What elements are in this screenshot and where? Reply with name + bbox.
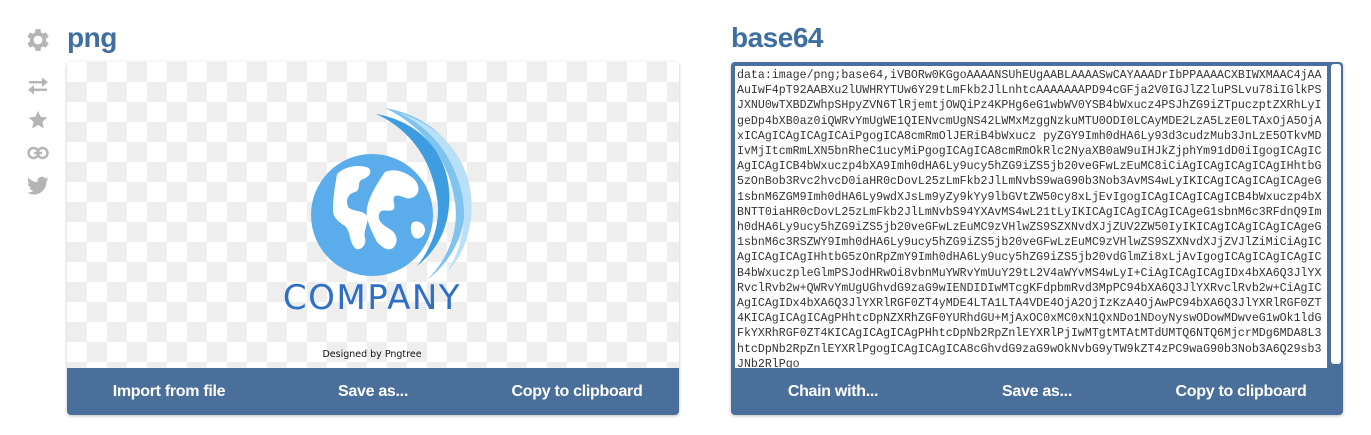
import-from-file-button[interactable]: Import from file — [67, 383, 271, 401]
base64-panel: data:image/png;base64,iVBORw0KGgoAAAANSU… — [731, 62, 1343, 415]
base64-panel-title: base64 — [731, 22, 823, 53]
png-action-bar: Import from file Save as... Copy to clip… — [67, 368, 679, 415]
png-panel-title: png — [67, 22, 117, 53]
base64-scrollbar[interactable] — [1331, 64, 1341, 366]
png-panel: COMPANY Designed by Pngtree Import from … — [67, 62, 679, 415]
png-copy-to-clipboard-button[interactable]: Copy to clipboard — [475, 383, 679, 401]
png-save-as-button[interactable]: Save as... — [271, 383, 475, 401]
base64-action-bar: Chain with... Save as... Copy to clipboa… — [731, 368, 1343, 415]
company-text: COMPANY — [283, 278, 461, 318]
base64-copy-to-clipboard-button[interactable]: Copy to clipboard — [1139, 383, 1343, 401]
image-preview: COMPANY Designed by Pngtree — [67, 62, 679, 368]
designed-by-credit: Designed by Pngtree — [322, 349, 421, 360]
twitter-icon[interactable] — [22, 174, 54, 198]
scrollbar-thumb[interactable] — [1331, 64, 1341, 364]
base64-output-text[interactable]: data:image/png;base64,iVBORw0KGgoAAAANSU… — [735, 66, 1327, 368]
company-logo: COMPANY Designed by Pngtree — [283, 108, 472, 360]
swap-icon[interactable] — [22, 74, 54, 98]
base64-output-container: data:image/png;base64,iVBORw0KGgoAAAANSU… — [731, 62, 1343, 368]
chain-with-button[interactable]: Chain with... — [731, 383, 935, 401]
link-icon[interactable] — [22, 141, 54, 165]
gear-icon[interactable] — [22, 24, 54, 56]
star-icon[interactable] — [22, 108, 54, 132]
base64-save-as-button[interactable]: Save as... — [935, 383, 1139, 401]
